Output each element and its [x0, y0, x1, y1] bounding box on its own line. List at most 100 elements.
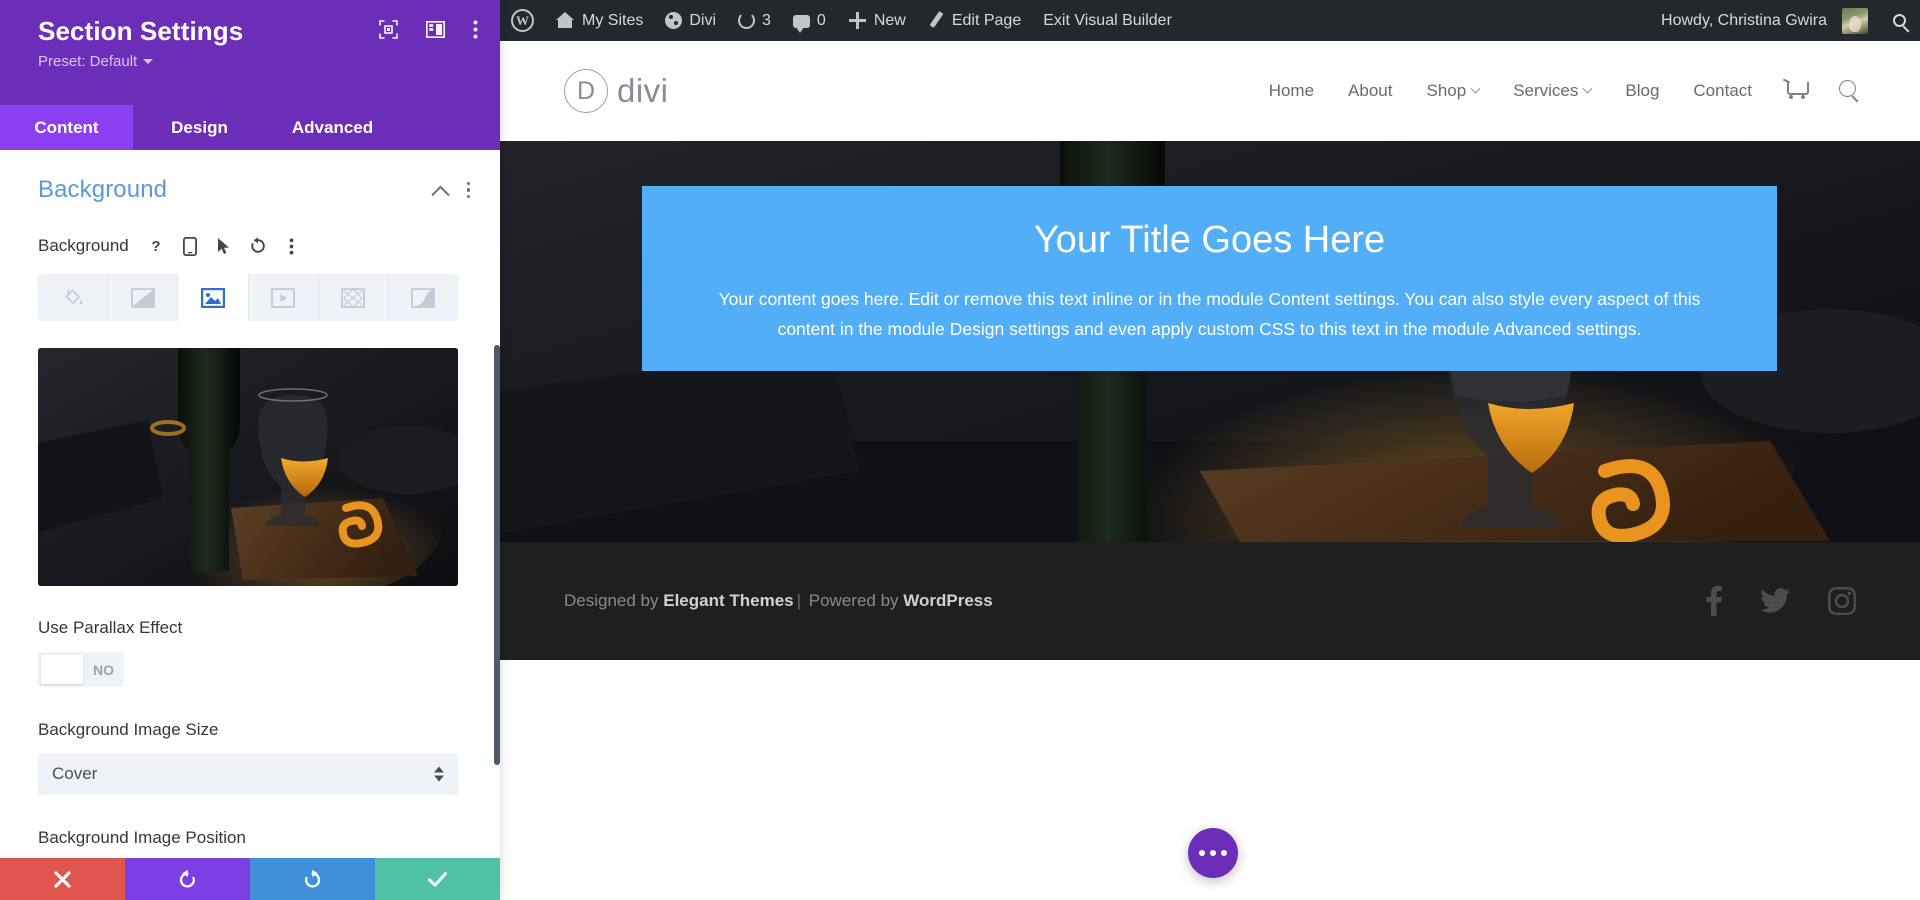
plus-icon	[848, 11, 867, 30]
new-label: New	[874, 12, 906, 30]
undo-button[interactable]	[125, 858, 250, 900]
divi-logo-icon: D	[564, 69, 608, 113]
tab-label: Content	[34, 118, 98, 138]
greeting-label: Howdy, Christina Gwira	[1661, 12, 1827, 30]
select-value: Cover	[52, 764, 97, 784]
nav-item-blog[interactable]: Blog	[1608, 81, 1676, 101]
parallax-label: Use Parallax Effect	[0, 586, 500, 638]
redo-icon	[302, 869, 323, 890]
site-nav: Home About Shop Services Blog Contact	[1252, 80, 1856, 102]
admin-bar-my-sites[interactable]: My Sites	[545, 0, 654, 41]
house-icon	[556, 11, 575, 30]
parallax-toggle[interactable]: NO	[38, 652, 124, 687]
twitter-icon[interactable]	[1760, 588, 1790, 614]
background-type-color[interactable]	[38, 274, 108, 321]
vertical-dots-icon[interactable]	[467, 182, 471, 199]
panel-body: Background Background ?	[0, 150, 500, 900]
stepper-arrows-icon	[434, 767, 444, 782]
vertical-dots-icon[interactable]	[275, 232, 309, 260]
ellipsis-icon	[1199, 850, 1205, 856]
admin-bar-search-button[interactable]	[1879, 0, 1920, 41]
facebook-icon[interactable]	[1706, 586, 1722, 616]
hover-cursor-icon[interactable]	[207, 232, 241, 260]
video-icon	[271, 288, 295, 308]
hero-title: Your Title Goes Here	[1034, 218, 1385, 264]
pencil-icon	[928, 12, 945, 29]
panel-tabs: Content Design Advanced	[0, 105, 500, 150]
site-header: D divi Home About Shop Services	[500, 41, 1920, 141]
nav-label: Shop	[1426, 81, 1466, 101]
undo-icon	[177, 869, 198, 890]
background-image-thumbnail[interactable]	[38, 348, 458, 586]
tab-content[interactable]: Content	[0, 105, 133, 150]
search-icon	[1893, 14, 1906, 27]
tab-design[interactable]: Design	[133, 105, 266, 150]
focus-target-icon[interactable]	[379, 20, 398, 39]
nav-label: Services	[1513, 81, 1578, 101]
redo-button[interactable]	[250, 858, 375, 900]
admin-bar-updates[interactable]: 3	[727, 0, 782, 41]
hero-text-module[interactable]: Your Title Goes Here Your content goes h…	[642, 186, 1777, 371]
site-search-button[interactable]	[1839, 80, 1856, 102]
background-type-pattern[interactable]	[319, 274, 389, 321]
vertical-dots-icon[interactable]	[473, 20, 478, 39]
admin-bar-divi[interactable]: Divi	[654, 0, 727, 41]
site-logo[interactable]: D divi	[564, 69, 669, 113]
elegant-themes-link[interactable]: Elegant Themes	[663, 591, 793, 610]
nav-item-home[interactable]: Home	[1252, 81, 1331, 101]
background-image-position-label: Background Image Position	[0, 795, 500, 848]
page-settings-fab[interactable]	[1188, 828, 1238, 878]
instagram-icon[interactable]	[1828, 587, 1856, 615]
panel-header-icons	[379, 20, 478, 39]
caret-down-icon	[143, 59, 153, 64]
panel-scrollbar[interactable]	[494, 345, 500, 765]
chevron-down-icon	[1471, 83, 1481, 93]
chevron-down-icon	[1583, 83, 1593, 93]
divi-icon	[665, 12, 682, 29]
footer-credits: Designed by Elegant Themes| Powered by W…	[564, 591, 993, 611]
help-icon[interactable]: ?	[139, 232, 173, 260]
pattern-icon	[341, 288, 365, 308]
divi-label: Divi	[689, 12, 716, 30]
wp-logo-menu[interactable]: W	[500, 0, 545, 41]
nav-label: Contact	[1693, 81, 1752, 101]
preset-selector[interactable]: Preset: Default	[38, 53, 478, 70]
nav-label: About	[1348, 81, 1392, 101]
nav-item-shop[interactable]: Shop	[1409, 81, 1496, 101]
comments-count: 0	[817, 12, 826, 30]
reset-icon[interactable]	[241, 232, 275, 260]
preset-label: Preset: Default	[38, 53, 137, 70]
panel-header: Section Settings Preset: Default	[0, 0, 500, 105]
background-type-mask[interactable]	[389, 274, 458, 321]
admin-bar-exit-visual-builder[interactable]: Exit Visual Builder	[1032, 0, 1183, 41]
powered-by-prefix: Powered by	[804, 591, 903, 610]
background-type-video[interactable]	[249, 274, 319, 321]
svg-text:?: ?	[151, 238, 160, 254]
footer-socials	[1706, 586, 1856, 616]
chevron-up-icon[interactable]	[431, 185, 449, 203]
background-type-gradient[interactable]	[108, 274, 178, 321]
background-type-image[interactable]	[178, 274, 248, 321]
whiskey-glass-background-preview	[38, 348, 458, 586]
nav-item-about[interactable]: About	[1331, 81, 1409, 101]
shopping-cart-icon[interactable]	[1783, 80, 1809, 102]
wordpress-logo-icon: W	[511, 9, 534, 32]
responsive-phone-icon[interactable]	[173, 232, 207, 260]
admin-bar-comments[interactable]: 0	[782, 0, 837, 41]
nav-label: Home	[1269, 81, 1314, 101]
designed-by-prefix: Designed by	[564, 591, 663, 610]
layout-panel-icon[interactable]	[426, 21, 445, 38]
admin-bar-account[interactable]: Howdy, Christina Gwira	[1650, 0, 1879, 41]
nav-item-services[interactable]: Services	[1496, 81, 1608, 101]
tab-advanced[interactable]: Advanced	[266, 105, 399, 150]
admin-bar-new[interactable]: New	[837, 0, 917, 41]
toggle-value: NO	[93, 662, 114, 678]
admin-bar-edit-page[interactable]: Edit Page	[917, 0, 1032, 41]
nav-item-contact[interactable]: Contact	[1676, 81, 1769, 101]
save-button[interactable]	[375, 858, 500, 900]
background-image-size-select[interactable]: Cover	[38, 753, 458, 795]
close-button[interactable]	[0, 858, 125, 900]
close-x-icon	[53, 870, 72, 889]
footer-separator: |	[794, 591, 804, 610]
wordpress-link[interactable]: WordPress	[903, 591, 992, 610]
